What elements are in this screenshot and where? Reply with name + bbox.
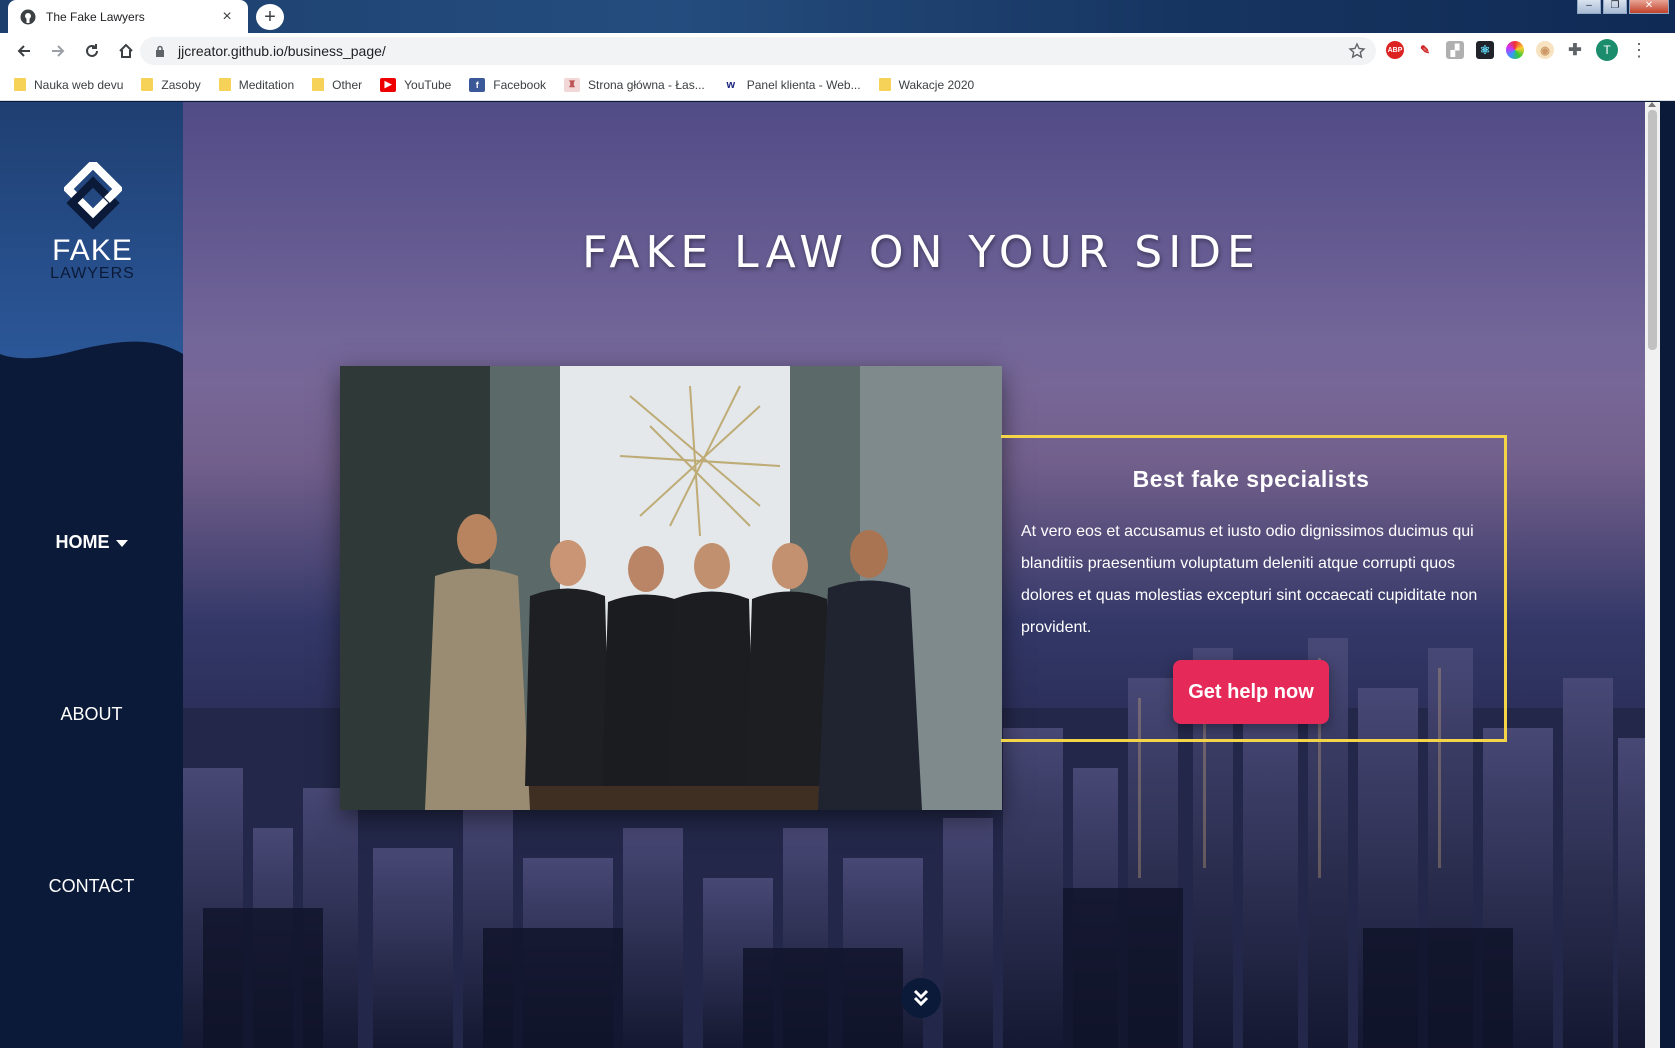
brand-name: FAKE	[52, 234, 133, 267]
onion-icon[interactable]: ◉	[1536, 41, 1554, 59]
close-tab-icon[interactable]: ×	[218, 8, 236, 26]
bookmark-label: Zasoby	[161, 77, 201, 92]
nav-contact-label: CONTACT	[48, 876, 135, 896]
info-text: At vero eos et accusamus et iusto odio d…	[1021, 523, 1478, 636]
bookmark-label: Meditation	[238, 77, 295, 92]
browser-tab[interactable]: The Fake Lawyers ×	[8, 0, 248, 33]
info-title: Best fake specialists	[1132, 466, 1370, 492]
bookmark-item[interactable]: Meditation	[218, 77, 295, 92]
extensions-row: ABP ✎ ▞ ⚛ ◉ ✚ T ⋮	[1386, 39, 1648, 61]
castle-icon: ♜	[564, 77, 580, 92]
profile-avatar[interactable]: T	[1596, 39, 1618, 61]
team-photo-image	[340, 366, 1002, 810]
nav-about[interactable]: ABOUT	[0, 704, 183, 725]
diamond-logo-icon	[61, 158, 124, 230]
url-text: jjcreator.github.io/business_page/	[178, 43, 386, 59]
team-photo	[340, 366, 1002, 810]
menu-kebab-icon[interactable]: ⋮	[1630, 40, 1648, 61]
new-tab-button[interactable]: +	[256, 4, 284, 30]
logo[interactable]: FAKE LAWYERS	[45, 158, 140, 287]
pdf-icon[interactable]: ▞	[1446, 41, 1464, 59]
reload-icon	[86, 44, 98, 57]
adobe-icon[interactable]: ✎	[1416, 41, 1434, 59]
bookmark-item[interactable]: ♜ Strona główna - Łas...	[564, 77, 705, 92]
address-bar[interactable]: jjcreator.github.io/business_page/	[140, 37, 1376, 65]
webhost-icon: w	[722, 77, 739, 92]
double-chevron-down-icon	[913, 989, 929, 1007]
bookmark-label: Nauka web devu	[34, 77, 124, 92]
bookmark-item[interactable]: ▶ YouTube	[380, 77, 452, 92]
bookmark-label: Facebook	[493, 77, 546, 92]
get-help-button[interactable]: Get help now	[1173, 660, 1329, 724]
scroll-down-button[interactable]	[901, 978, 941, 1018]
bookmark-item[interactable]: Zasoby	[141, 77, 201, 92]
back-button[interactable]	[8, 35, 40, 67]
bookmark-label: Strona główna - Łas...	[588, 77, 705, 92]
brand-subtitle: LAWYERS	[50, 265, 135, 282]
nav-about-label: ABOUT	[60, 704, 123, 724]
reload-button[interactable]	[76, 35, 108, 67]
forward-button[interactable]	[42, 35, 74, 67]
nav-contact[interactable]: CONTACT	[0, 876, 183, 897]
folder-icon	[878, 78, 891, 91]
bookmark-item[interactable]: f Facebook	[469, 77, 546, 92]
close-window-button[interactable]: ✕	[1629, 0, 1669, 14]
bookmarks-bar: Nauka web devu Zasoby Meditation Other ▶…	[0, 69, 1675, 101]
web-page: FAKE LAW ON YOUR SIDE Best fake speciali…	[0, 102, 1675, 1048]
folder-icon	[218, 78, 231, 91]
page-scrollbar[interactable]	[1645, 102, 1660, 1048]
arrow-left-icon	[17, 45, 30, 57]
sidebar: FAKE LAWYERS HOME ABOUT CONTACT	[0, 102, 183, 1048]
colorpicker-icon[interactable]	[1506, 41, 1524, 59]
folder-icon	[141, 78, 154, 91]
caret-down-icon	[115, 539, 128, 547]
tab-title: The Fake Lawyers	[46, 9, 145, 24]
browser-toolbar: jjcreator.github.io/business_page/ ABP ✎…	[0, 33, 1675, 69]
bookmark-item[interactable]: Other	[312, 78, 362, 92]
lock-icon	[156, 45, 164, 57]
react-devtools-icon[interactable]: ⚛	[1476, 41, 1494, 59]
scroll-up-arrow-icon[interactable]	[1648, 102, 1656, 107]
folder-icon	[14, 78, 26, 91]
bookmark-label: YouTube	[404, 77, 452, 92]
github-favicon-icon	[20, 9, 36, 24]
home-button[interactable]	[110, 35, 142, 67]
hero-title: FAKE LAW ON YOUR SIDE	[582, 227, 1261, 278]
maximize-button[interactable]: ❐	[1603, 0, 1627, 14]
nav-home[interactable]: HOME	[0, 532, 183, 553]
bookmark-label: Wakacje 2020	[898, 77, 975, 92]
youtube-icon: ▶	[380, 77, 397, 92]
info-box: Best fake specialists At vero eos et acc…	[1001, 435, 1507, 742]
bookmark-item[interactable]: Nauka web devu	[14, 78, 123, 92]
bookmark-item[interactable]: w Panel klienta - Web...	[722, 77, 861, 92]
window-controls: – ❐ ✕	[1577, 0, 1669, 14]
bookmark-item[interactable]: Wakacje 2020	[878, 77, 975, 92]
puzzle-icon[interactable]: ✚	[1566, 41, 1584, 59]
facebook-icon: f	[469, 77, 486, 92]
bookmark-star-icon[interactable]	[1348, 42, 1366, 60]
scrollbar-thumb[interactable]	[1648, 110, 1657, 350]
adblock-icon[interactable]: ABP	[1386, 41, 1404, 59]
minimize-button[interactable]: –	[1577, 0, 1601, 14]
folder-icon	[312, 78, 325, 91]
home-icon	[119, 43, 133, 58]
bookmark-label: Other	[332, 77, 363, 92]
browser-titlebar: The Fake Lawyers × + – ❐ ✕	[0, 0, 1675, 33]
nav-home-label: HOME	[55, 532, 110, 552]
bookmark-label: Panel klienta - Web...	[746, 77, 861, 92]
hero-section: FAKE LAW ON YOUR SIDE Best fake speciali…	[183, 102, 1660, 1048]
arrow-right-icon	[52, 45, 65, 57]
